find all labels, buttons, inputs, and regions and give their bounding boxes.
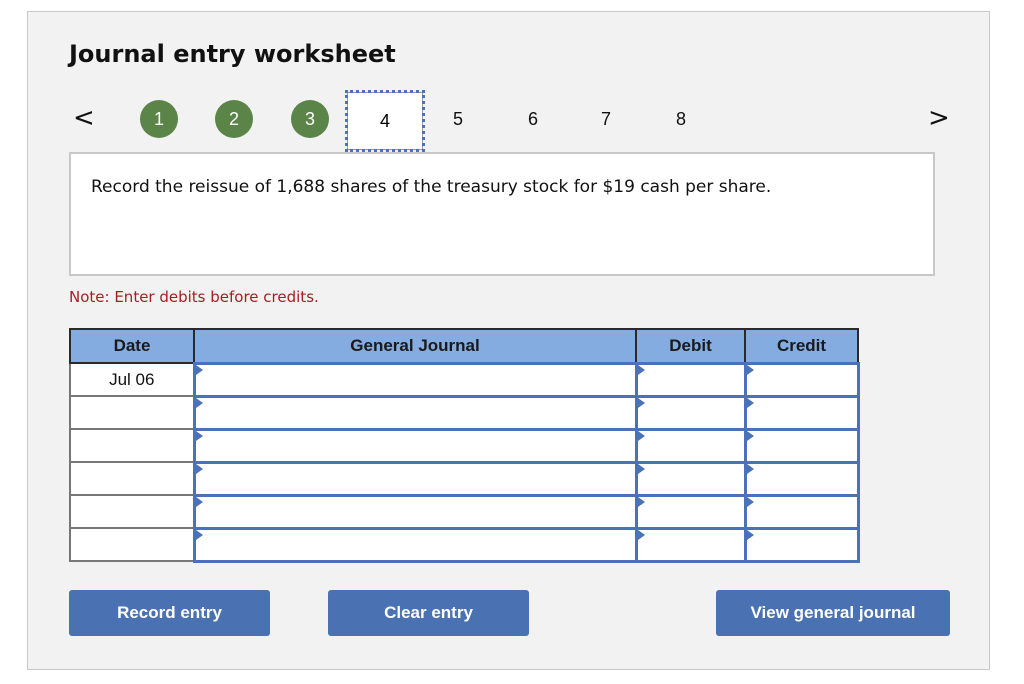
debit-input[interactable] (637, 364, 744, 395)
debit-input[interactable] (637, 397, 744, 428)
debit-input[interactable] (637, 529, 744, 560)
account-input[interactable] (195, 430, 635, 461)
account-cell[interactable] (192, 394, 638, 431)
credit-input[interactable] (746, 463, 857, 494)
date-cell (69, 494, 195, 529)
header-debit: Debit (635, 328, 746, 364)
header-credit: Credit (744, 328, 859, 364)
credit-input[interactable] (746, 397, 857, 428)
credit-input[interactable] (746, 430, 857, 461)
step-7[interactable]: 7 (587, 100, 625, 138)
date-cell: Jul 06 (69, 362, 195, 397)
date-cell (69, 395, 195, 430)
account-cell[interactable] (192, 427, 638, 464)
journal-table: Date General Journal Debit Credit Jul 06 (69, 328, 860, 563)
account-input[interactable] (195, 397, 635, 428)
account-cell[interactable] (192, 361, 638, 398)
page-title: Journal entry worksheet (69, 40, 396, 68)
worksheet-panel: Journal entry worksheet < 1 2 3 4 5 6 7 … (27, 11, 990, 670)
account-cell[interactable] (192, 460, 638, 497)
debit-input[interactable] (637, 496, 744, 527)
account-cell[interactable] (192, 526, 638, 563)
credit-cell[interactable] (743, 361, 860, 398)
table-row (69, 526, 860, 563)
question-text: Record the reissue of 1,688 shares of th… (91, 177, 772, 197)
credit-cell[interactable] (743, 427, 860, 464)
debit-cell[interactable] (634, 460, 747, 497)
chevron-right-icon[interactable]: > (928, 105, 950, 131)
step-5[interactable]: 5 (439, 100, 477, 138)
table-row (69, 394, 860, 431)
table-row (69, 493, 860, 530)
step-6[interactable]: 6 (514, 100, 552, 138)
header-general-journal: General Journal (193, 328, 637, 364)
debit-cell[interactable] (634, 361, 747, 398)
table-row (69, 427, 860, 464)
table-row (69, 460, 860, 497)
chevron-left-icon[interactable]: < (73, 105, 95, 131)
account-input[interactable] (195, 364, 635, 395)
account-cell[interactable] (192, 493, 638, 530)
account-input[interactable] (195, 529, 635, 560)
debit-input[interactable] (637, 463, 744, 494)
credit-cell[interactable] (743, 526, 860, 563)
credit-input[interactable] (746, 364, 857, 395)
note-text: Note: Enter debits before credits. (69, 288, 319, 306)
credit-input[interactable] (746, 496, 857, 527)
step-8[interactable]: 8 (662, 100, 700, 138)
step-2[interactable]: 2 (215, 100, 253, 138)
account-input[interactable] (195, 463, 635, 494)
step-1[interactable]: 1 (140, 100, 178, 138)
account-input[interactable] (195, 496, 635, 527)
debit-cell[interactable] (634, 493, 747, 530)
date-cell (69, 461, 195, 496)
step-4-current[interactable]: 4 (345, 90, 425, 152)
header-date: Date (69, 328, 195, 364)
credit-cell[interactable] (743, 493, 860, 530)
date-cell (69, 428, 195, 463)
debit-cell[interactable] (634, 526, 747, 563)
table-row: Jul 06 (69, 361, 860, 398)
step-3[interactable]: 3 (291, 100, 329, 138)
debit-cell[interactable] (634, 427, 747, 464)
debit-cell[interactable] (634, 394, 747, 431)
credit-cell[interactable] (743, 460, 860, 497)
clear-entry-button[interactable]: Clear entry (328, 590, 529, 636)
view-general-journal-button[interactable]: View general journal (716, 590, 950, 636)
table-header-row: Date General Journal Debit Credit (69, 328, 859, 364)
credit-cell[interactable] (743, 394, 860, 431)
question-box: Record the reissue of 1,688 shares of th… (69, 152, 935, 276)
record-entry-button[interactable]: Record entry (69, 590, 270, 636)
credit-input[interactable] (746, 529, 857, 560)
debit-input[interactable] (637, 430, 744, 461)
date-cell (69, 527, 195, 562)
